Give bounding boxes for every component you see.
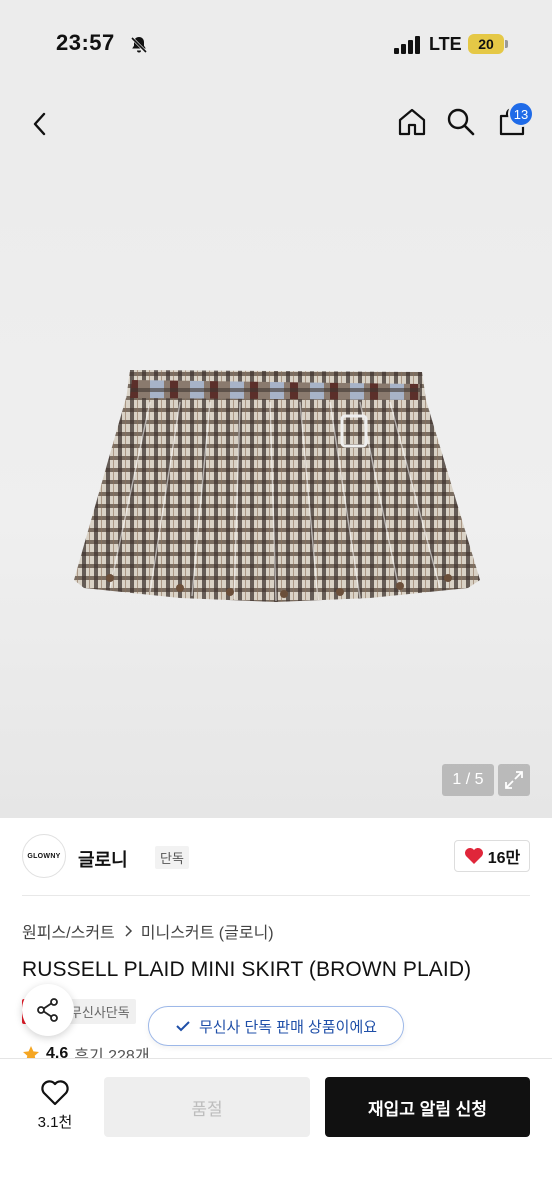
battery-nub xyxy=(505,40,508,48)
search-button[interactable] xyxy=(443,104,479,140)
exclusive-badge: 단독 xyxy=(155,846,189,869)
network-type: LTE xyxy=(429,34,462,54)
brand-row: GLOWNY 글로니 단독 16만 xyxy=(22,818,530,896)
home-button[interactable] xyxy=(394,104,430,140)
share-icon xyxy=(37,998,58,1022)
gallery-pager: 1 / 5 xyxy=(442,764,494,796)
cart-count-badge: 13 xyxy=(508,101,534,127)
brand-like-button[interactable]: 16만 xyxy=(454,840,530,872)
expand-image-button[interactable] xyxy=(498,764,530,796)
chevron-left-icon xyxy=(33,112,46,136)
exclusive-notice-toast: 무신사 단독 판매 상품이에요 xyxy=(148,1006,404,1046)
product-image-gallery[interactable] xyxy=(0,164,552,818)
brand-name[interactable]: 글로니 xyxy=(78,846,128,872)
expand-icon xyxy=(505,771,523,789)
product-image xyxy=(74,370,480,602)
exclusive-tag: 무신사단독 xyxy=(63,998,136,1024)
cell-signal-icon xyxy=(394,36,420,54)
product-title: RUSSELL PLAID MINI SKIRT (BROWN PLAID) xyxy=(22,958,472,981)
chevron-right-icon xyxy=(125,925,132,937)
breadcrumb: 원피스/스커트 미니스커트 (글로니) xyxy=(22,919,274,943)
brand-logo[interactable]: GLOWNY xyxy=(22,834,66,878)
check-icon xyxy=(176,1021,190,1032)
top-navigation xyxy=(0,84,552,164)
bottom-action-bar: 3.1천 품절 재입고 알림 신청 xyxy=(0,1058,552,1200)
bell-muted-icon xyxy=(130,36,148,54)
home-icon xyxy=(398,108,426,136)
back-button[interactable] xyxy=(22,106,58,142)
restock-alert-button[interactable]: 재입고 알림 신청 xyxy=(325,1077,530,1137)
wishlist-button[interactable]: 3.1천 xyxy=(26,1079,84,1132)
exclusive-notice-text: 무신사 단독 판매 상품이에요 xyxy=(198,1018,378,1036)
breadcrumb-category[interactable]: 원피스/스커트 xyxy=(22,919,115,943)
brand-like-count: 16만 xyxy=(487,850,521,867)
heart-icon xyxy=(464,848,483,864)
heart-outline-icon xyxy=(41,1080,69,1106)
battery-icon: 20 xyxy=(468,34,504,54)
battery-level: 20 xyxy=(478,36,494,52)
share-button[interactable] xyxy=(22,984,74,1036)
soldout-button[interactable]: 품절 xyxy=(104,1077,310,1137)
search-icon xyxy=(447,108,475,136)
status-bar: 23:57 LTE 20 xyxy=(0,0,552,84)
wishlist-count: 3.1천 xyxy=(37,1114,73,1131)
status-time: 23:57 xyxy=(56,30,115,55)
breadcrumb-subcategory[interactable]: 미니스커트 (글로니) xyxy=(141,919,274,943)
